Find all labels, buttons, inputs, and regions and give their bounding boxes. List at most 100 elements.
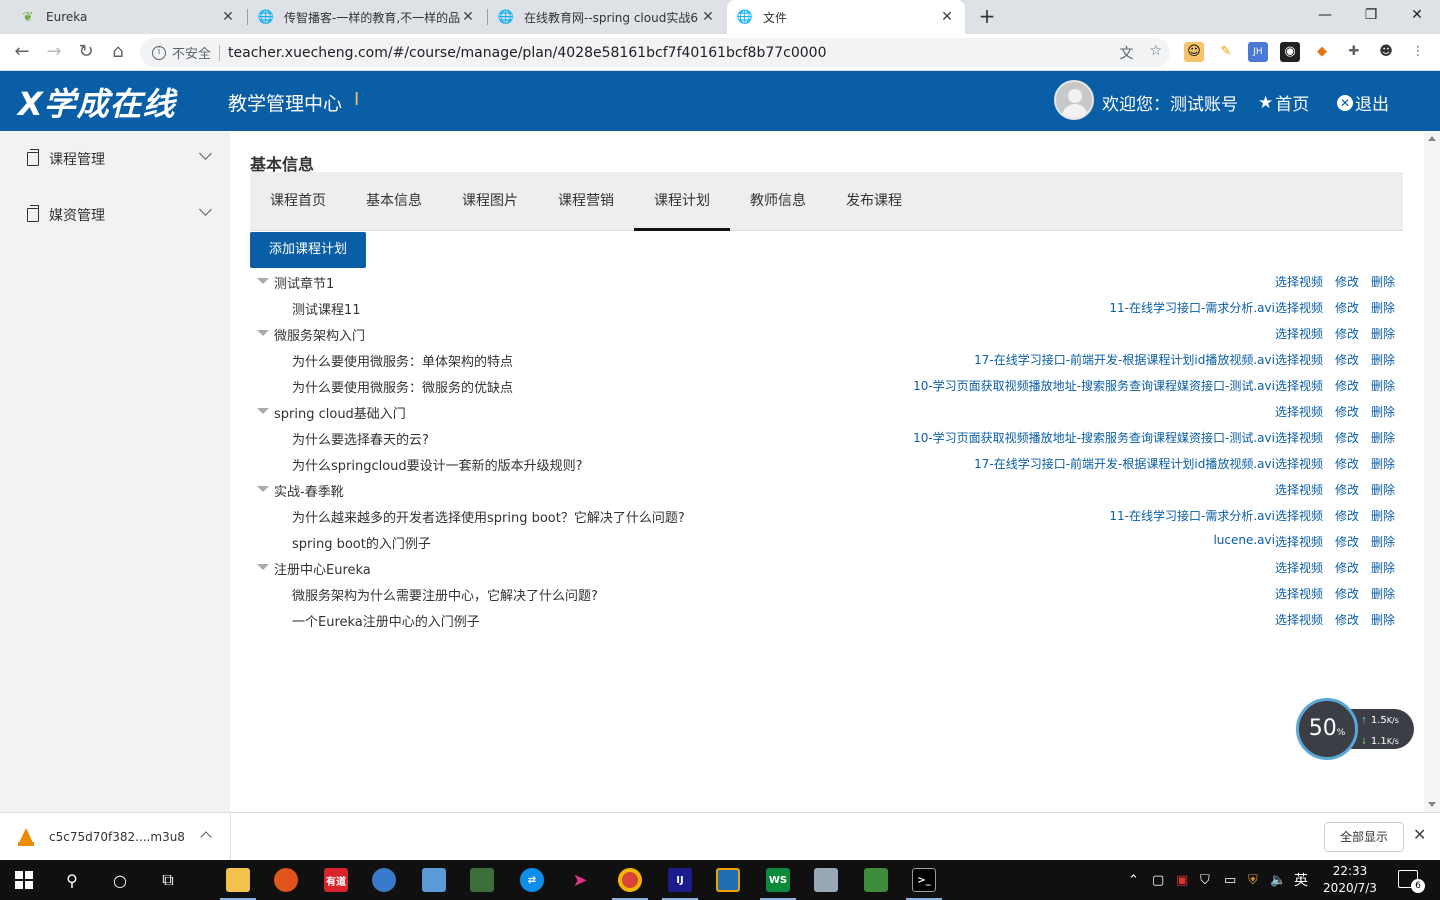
tray-app-red-icon[interactable]: ▣ — [1176, 860, 1188, 900]
forward-arrow-icon[interactable]: → — [42, 40, 66, 64]
tab-close-icon[interactable]: ✕ — [939, 9, 955, 25]
lesson-row[interactable]: 为什么要选择春天的云? 10-学习页面获取视频播放地址-搜索服务查询课程媒资接口-… — [250, 424, 1405, 450]
tab-course-marketing[interactable]: 课程营销 — [538, 172, 634, 231]
ime-indicator[interactable]: 英 — [1294, 860, 1308, 900]
scroll-down-arrow-icon[interactable] — [1428, 802, 1436, 807]
video-file-name[interactable]: 11-在线学习接口-需求分析.avi — [1109, 507, 1275, 524]
extension-icon-fox[interactable]: ◆ — [1312, 42, 1332, 62]
vertical-scrollbar[interactable] — [1424, 131, 1440, 812]
minimize-button[interactable]: — — [1302, 0, 1348, 30]
lesson-row[interactable]: 为什么越来越多的开发者选择使用spring boot？它解决了什么问题? 11-在… — [250, 502, 1405, 528]
extension-icon-1[interactable]: ☺ — [1184, 42, 1204, 62]
edit-link[interactable]: 修改 — [1335, 325, 1359, 342]
site-logo[interactable]: X学成在线 — [18, 79, 176, 125]
notification-center-icon[interactable]: 6 — [1398, 870, 1425, 893]
window-close-button[interactable]: ✕ — [1394, 0, 1440, 30]
logout-link[interactable]: ✕ 退出 — [1337, 90, 1389, 115]
chapter-row[interactable]: spring cloud基础入门 选择视频 修改 删除 — [250, 398, 1405, 424]
new-tab-button[interactable]: + — [976, 5, 998, 27]
menu-dots-icon[interactable]: ⋮ — [1408, 42, 1428, 62]
extension-icon-brush[interactable]: ✎ — [1216, 42, 1236, 62]
taskbar-network-app[interactable] — [362, 864, 406, 896]
taskbar-virtualbox[interactable] — [706, 864, 750, 896]
restore-button[interactable]: ❐ — [1348, 0, 1394, 30]
chapter-row[interactable]: 注册中心Eureka 选择视频 修改 删除 — [250, 554, 1405, 580]
edit-link[interactable]: 修改 — [1335, 351, 1359, 368]
tab-course-images[interactable]: 课程图片 — [442, 172, 538, 231]
home-icon[interactable]: ⌂ — [106, 40, 130, 64]
search-icon[interactable]: ⚲ — [50, 864, 94, 896]
browser-tab-xuecheng[interactable]: 🌐 在线教育网--spring cloud实战6 ✕ — [488, 0, 726, 34]
url-text[interactable]: teacher.xuecheng.com/#/course/manage/pla… — [228, 45, 826, 61]
video-file-name[interactable]: 17-在线学习接口-前端开发-根据课程计划id播放视频.avi — [974, 455, 1275, 472]
taskbar-webstorm[interactable]: WS — [756, 864, 800, 900]
tab-publish-course[interactable]: 发布课程 — [826, 172, 922, 231]
translate-icon[interactable]: 文 — [1119, 43, 1133, 63]
video-file-name[interactable]: 11-在线学习接口-需求分析.avi — [1109, 299, 1275, 316]
select-video-link[interactable]: 选择视频 — [1275, 559, 1323, 576]
delete-link[interactable]: 删除 — [1371, 403, 1395, 420]
select-video-link[interactable]: 选择视频 — [1275, 325, 1323, 342]
delete-link[interactable]: 删除 — [1371, 455, 1395, 472]
taskbar-app-snail[interactable] — [264, 864, 308, 896]
taskbar-intellij[interactable]: IJ — [658, 864, 702, 900]
delete-link[interactable]: 删除 — [1371, 533, 1395, 550]
caret-down-icon[interactable] — [257, 330, 269, 336]
video-file-name[interactable]: lucene.avi — [1213, 533, 1275, 550]
delete-link[interactable]: 删除 — [1371, 429, 1395, 446]
edit-link[interactable]: 修改 — [1335, 611, 1359, 628]
delete-link[interactable]: 删除 — [1371, 325, 1395, 342]
taskbar-arrow-app[interactable]: ➤ — [558, 864, 602, 896]
tray-window-icon[interactable]: ▢ — [1152, 860, 1164, 900]
home-link[interactable]: ★ 首页 — [1258, 90, 1309, 116]
lesson-row[interactable]: 为什么要使用微服务：微服务的优缺点 10-学习页面获取视频播放地址-搜索服务查询课… — [250, 372, 1405, 398]
browser-tab-itcast[interactable]: 🌐 传智播客-一样的教育,不一样的品 ✕ — [248, 0, 486, 34]
sidebar-item-media-management[interactable]: 媒资管理 — [0, 187, 230, 243]
lesson-row[interactable]: 为什么要使用微服务：单体架构的特点 17-在线学习接口-前端开发-根据课程计划id… — [250, 346, 1405, 372]
add-course-plan-button[interactable]: 添加课程计划 — [250, 232, 366, 268]
caret-down-icon[interactable] — [257, 564, 269, 570]
show-all-downloads-button[interactable]: 全部显示 — [1324, 822, 1404, 852]
select-video-link[interactable]: 选择视频 — [1275, 403, 1323, 420]
taskbar-file-explorer[interactable] — [216, 864, 260, 900]
lesson-row[interactable]: 一个Eureka注册中心的入门例子 选择视频 修改 删除 — [250, 606, 1405, 632]
edit-link[interactable]: 修改 — [1335, 533, 1359, 550]
lesson-row[interactable]: 为什么springcloud要设计一套新的版本升级规则? 17-在线学习接口-前端… — [250, 450, 1405, 476]
delete-link[interactable]: 删除 — [1371, 273, 1395, 290]
delete-link[interactable]: 删除 — [1371, 559, 1395, 576]
task-view-icon[interactable]: ⧉ — [146, 864, 190, 896]
select-video-link[interactable]: 选择视频 — [1275, 611, 1323, 628]
tray-security-icon[interactable]: ⛨ — [1248, 860, 1258, 900]
caret-down-icon[interactable] — [257, 278, 269, 284]
extension-icon-dark[interactable]: ◉ — [1280, 42, 1300, 62]
edit-link[interactable]: 修改 — [1335, 429, 1359, 446]
select-video-link[interactable]: 选择视频 — [1275, 351, 1323, 368]
edit-link[interactable]: 修改 — [1335, 273, 1359, 290]
cortana-circle-icon[interactable]: ○ — [98, 864, 142, 896]
edit-link[interactable]: 修改 — [1335, 403, 1359, 420]
tab-close-icon[interactable]: ✕ — [220, 9, 236, 25]
select-video-link[interactable]: 选择视频 — [1275, 299, 1323, 316]
delete-link[interactable]: 删除 — [1371, 377, 1395, 394]
caret-down-icon[interactable] — [257, 408, 269, 414]
select-video-link[interactable]: 选择视频 — [1275, 585, 1323, 602]
tab-course-plan[interactable]: 课程计划 — [634, 172, 730, 231]
video-file-name[interactable]: 10-学习页面获取视频播放地址-搜索服务查询课程媒资接口-测试.avi — [913, 429, 1275, 446]
delete-link[interactable]: 删除 — [1371, 585, 1395, 602]
tray-shield-icon[interactable]: ⛉ — [1200, 860, 1210, 900]
delete-link[interactable]: 删除 — [1371, 481, 1395, 498]
taskbar-feishu[interactable] — [412, 864, 456, 896]
tab-teacher-info[interactable]: 教师信息 — [730, 172, 826, 231]
system-clock[interactable]: 22:33 2020/7/3 — [1316, 863, 1384, 897]
edit-link[interactable]: 修改 — [1335, 507, 1359, 524]
bookmark-star-icon[interactable]: ☆ — [1149, 43, 1162, 63]
close-shelf-icon[interactable]: ✕ — [1413, 825, 1426, 844]
tab-course-home[interactable]: 课程首页 — [250, 172, 346, 231]
user-avatar[interactable] — [1054, 80, 1094, 120]
edit-link[interactable]: 修改 — [1335, 585, 1359, 602]
edit-link[interactable]: 修改 — [1335, 455, 1359, 472]
select-video-link[interactable]: 选择视频 — [1275, 377, 1323, 394]
select-video-link[interactable]: 选择视频 — [1275, 455, 1323, 472]
video-file-name[interactable]: 10-学习页面获取视频播放地址-搜索服务查询课程媒资接口-测试.avi — [913, 377, 1275, 394]
select-video-link[interactable]: 选择视频 — [1275, 507, 1323, 524]
